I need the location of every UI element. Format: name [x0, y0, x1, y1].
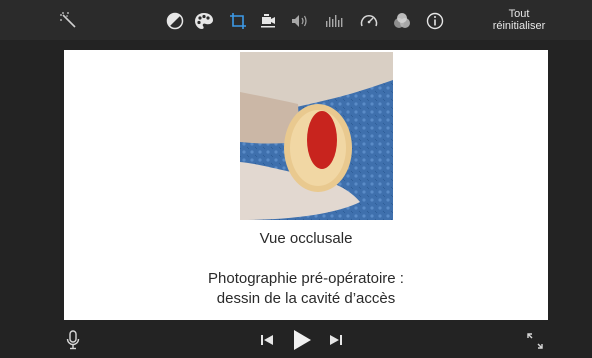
- play-icon[interactable]: [290, 328, 314, 352]
- stabilization-camera-icon[interactable]: [257, 10, 279, 32]
- preview-viewer: Vue occlusale Photographie pré-opératoir…: [64, 50, 548, 320]
- color-palette-icon[interactable]: [193, 10, 215, 32]
- volume-icon[interactable]: [289, 10, 311, 32]
- slide-caption: Vue occlusale: [259, 230, 353, 247]
- occlusal-view-photo: [240, 52, 393, 220]
- crop-icon[interactable]: [227, 10, 249, 32]
- color-balance-icon[interactable]: [164, 10, 186, 32]
- info-icon[interactable]: [424, 10, 446, 32]
- reset-label-line1: Tout: [508, 8, 530, 20]
- skip-forward-icon[interactable]: [327, 332, 345, 348]
- filter-overlay-icon[interactable]: [391, 10, 413, 32]
- slide-description-line1: Photographie pré-opératoire :: [208, 270, 404, 287]
- reset-label-line2: réinitialiser: [492, 20, 546, 32]
- microphone-icon[interactable]: [64, 330, 82, 350]
- reset-all-button[interactable]: Tout réinitialiser: [484, 8, 554, 32]
- equalizer-icon[interactable]: [323, 10, 345, 32]
- magic-wand-icon[interactable]: [58, 10, 80, 32]
- access-cavity-marker: [307, 111, 337, 169]
- playback-bar: [0, 322, 592, 358]
- speed-gauge-icon[interactable]: [358, 10, 380, 32]
- toolbar: Tout réinitialiser: [0, 0, 592, 40]
- fullscreen-icon[interactable]: [526, 332, 544, 350]
- slide-description-line2: dessin de la cavité d’accès: [216, 290, 396, 307]
- skip-back-icon[interactable]: [258, 332, 276, 348]
